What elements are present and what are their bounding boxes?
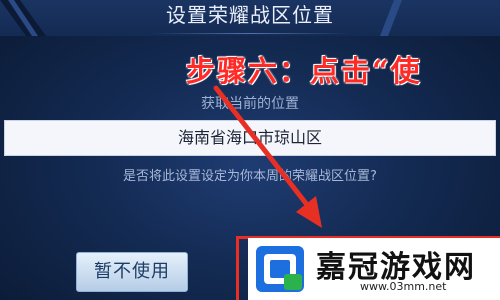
confirm-question: 是否将此设置设定为你本周的荣耀战区位置? <box>123 169 377 184</box>
site-logo-icon <box>256 246 304 292</box>
game-screen: 设置荣耀战区位置 步骤六：点击“使 获取当前的位置 海南省海口市琼山区 是否将此… <box>0 0 500 300</box>
current-location-label: 获取当前的位置 <box>201 96 299 112</box>
step-caption: 步骤六：点击“使 <box>186 54 422 88</box>
not-now-button[interactable]: 暂不使用 <box>76 252 188 292</box>
location-field: 海南省海口市琼山区 <box>4 120 496 156</box>
dialog-title: 设置荣耀战区位置 <box>166 3 334 27</box>
site-watermark: 嘉冠游戏网 www.03mm.net <box>248 238 500 300</box>
site-url: www.03mm.net <box>360 280 447 293</box>
title-divider <box>150 33 350 34</box>
